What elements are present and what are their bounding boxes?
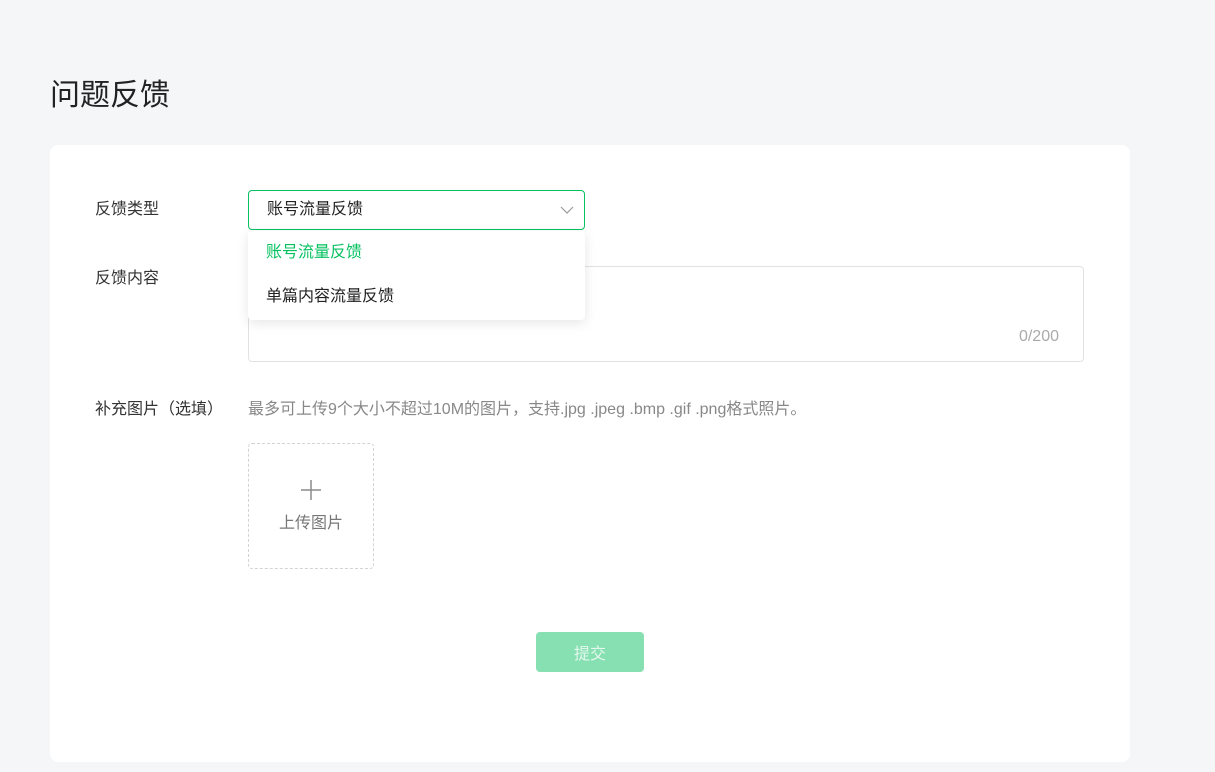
dropdown-option-account-traffic[interactable]: 账号流量反馈	[248, 231, 585, 275]
chevron-down-icon	[560, 206, 574, 214]
feedback-type-selected-value: 账号流量反馈	[267, 201, 364, 218]
feedback-form-card: 反馈类型 账号流量反馈 账号流量反馈 单篇内容流量反馈 反馈内容 0/200 补…	[50, 145, 1130, 762]
submit-button[interactable]: 提交	[536, 632, 644, 672]
feedback-type-label: 反馈类型	[95, 201, 160, 218]
feedback-page: 问题反馈 反馈类型 账号流量反馈 账号流量反馈 单篇内容流量反馈 反馈内容 0/…	[0, 0, 1215, 772]
feedback-content-label: 反馈内容	[95, 270, 160, 287]
feedback-type-select[interactable]: 账号流量反馈	[248, 190, 585, 230]
dropdown-option-single-content-traffic[interactable]: 单篇内容流量反馈	[248, 275, 585, 319]
page-title: 问题反馈	[50, 79, 170, 112]
feedback-type-dropdown: 账号流量反馈 单篇内容流量反馈	[248, 231, 585, 320]
image-upload-hint: 最多可上传9个大小不超过10M的图片，支持.jpg .jpeg .bmp .gi…	[248, 401, 807, 418]
upload-image-label: 上传图片	[278, 515, 343, 532]
upload-image-button[interactable]: 上传图片	[248, 443, 374, 569]
char-counter: 0/200	[1018, 328, 1059, 345]
images-label: 补充图片（选填）	[95, 401, 224, 418]
plus-icon	[301, 480, 321, 500]
